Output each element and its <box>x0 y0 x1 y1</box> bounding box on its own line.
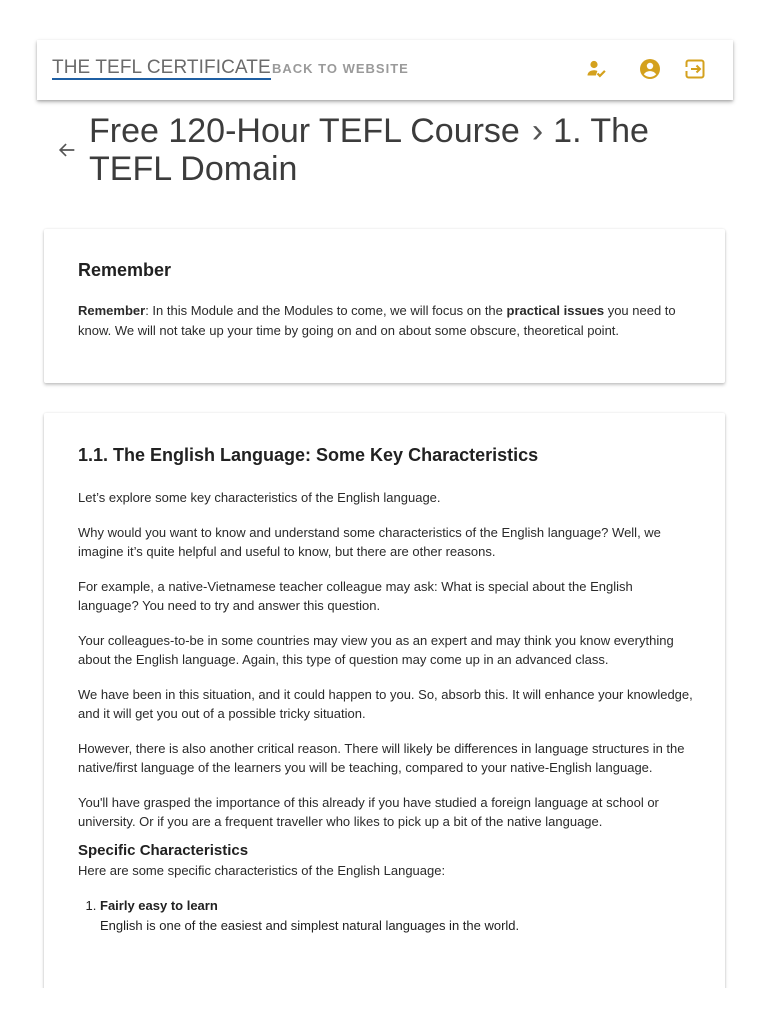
characteristics-list: Fairly easy to learn English is one of t… <box>78 896 694 935</box>
paragraph: Your colleagues-to-be in some countries … <box>78 632 674 668</box>
section-heading: 1.1. The English Language: Some Key Char… <box>78 445 539 465</box>
viewport-bottom <box>0 988 768 1024</box>
chevron-right-icon: › <box>531 112 544 150</box>
page-title: Free 120-Hour TEFL Course › 1. The TEFL Do… <box>89 112 729 188</box>
logout-icon[interactable] <box>682 56 708 82</box>
account-circle-icon[interactable] <box>637 56 663 82</box>
person-check-icon[interactable] <box>584 56 610 82</box>
remember-card: Remember Remember: In this Module and th… <box>44 229 725 383</box>
top-app-bar: THE TEFL CERTIFICATE BACK TO WEBSITE <box>37 40 733 100</box>
emphasis-text: practical issues <box>506 303 605 318</box>
breadcrumb-course[interactable]: Free 120-Hour TEFL Course <box>89 112 520 150</box>
back-arrow-icon[interactable] <box>56 139 78 161</box>
paragraph: You'll have grasped the importance of th… <box>78 794 659 830</box>
remember-label: Remember <box>78 303 146 318</box>
remember-heading: Remember <box>78 260 172 280</box>
subheading: Specific Characteristics <box>78 841 249 859</box>
paragraph: We have been in this situation, and it c… <box>78 686 693 722</box>
page-header: Free 120-Hour TEFL Course › 1. The TEFL Do… <box>0 112 768 192</box>
paragraph: Why would you want to know and understan… <box>78 524 661 560</box>
list-item-title: Fairly easy to learn <box>100 898 218 913</box>
list-item: Fairly easy to learn English is one of t… <box>100 896 694 935</box>
back-to-website-link[interactable]: BACK TO WEBSITE <box>272 61 409 76</box>
paragraph: Let’s explore some key characteristics o… <box>78 490 441 505</box>
remember-text: Remember: In this Module and the Modules… <box>78 303 676 338</box>
paragraph: For example, a native-Vietnamese teacher… <box>78 578 633 614</box>
paragraph: However, there is also another critical … <box>78 740 685 776</box>
list-item-text: English is one of the easiest and simple… <box>100 917 520 933</box>
section-card: 1.1. The English Language: Some Key Char… <box>44 413 725 1013</box>
brand-link[interactable]: THE TEFL CERTIFICATE <box>52 57 271 80</box>
list-intro: Here are some specific characteristics o… <box>78 862 446 878</box>
section-body: Let’s explore some key characteristics o… <box>78 488 694 935</box>
